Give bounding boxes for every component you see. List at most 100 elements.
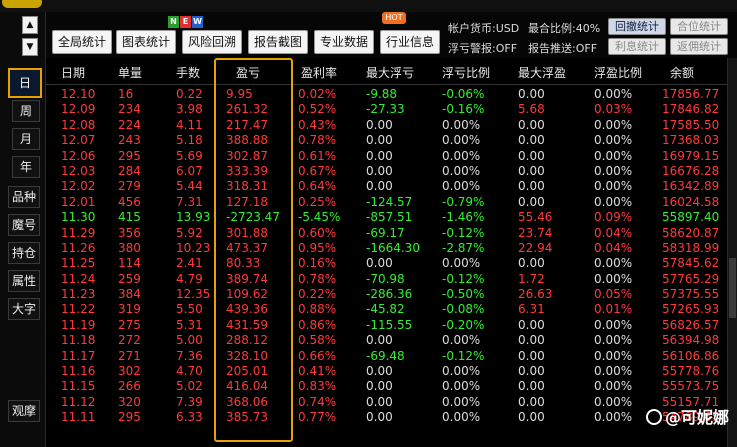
table-row[interactable]: 11.18 272 5.00 288.12 0.58% 0.00 0.00% 0.00 0.00…: [46, 333, 727, 348]
table-row[interactable]: 11.22 319 5.50 439.36 0.88% -45.82 -0.08% 6.31 0…: [46, 302, 727, 317]
table-row[interactable]: 12.01 456 7.31 127.18 0.25% -124.57 -0.79% 0.00…: [46, 195, 727, 210]
report-screenshot-button[interactable]: 报告截图: [248, 30, 308, 54]
table-row[interactable]: 11.11 295 6.33 385.73 0.77% 0.00 0.00% 0.00 0.00…: [46, 410, 727, 425]
cell-float-profit-ratio: 0.00%: [594, 348, 633, 363]
max-ratio: 最合比例:40%: [528, 22, 601, 35]
global-stats-button[interactable]: 全局统计: [52, 30, 112, 54]
cell-orders: 224: [118, 117, 141, 132]
table-scrollbar[interactable]: [727, 58, 737, 447]
cell-profit-rate: 0.88%: [298, 302, 337, 317]
cell-max-float-profit: 0.00: [518, 333, 545, 348]
table-row[interactable]: 11.26 380 10.23 473.37 0.95% -1664.30 -2.87% 22…: [46, 241, 727, 256]
scroll-down-arrow-icon[interactable]: ▼: [22, 38, 38, 56]
cell-max-float-profit: 26.63: [518, 287, 553, 302]
table-row[interactable]: 11.16 302 4.70 205.01 0.41% 0.00 0.00% 0.00 0.00…: [46, 364, 727, 379]
position-stats-button[interactable]: 合位统计: [670, 18, 728, 35]
cell-max-float-profit: 22.94: [518, 240, 553, 255]
sidebar-item-month[interactable]: 月: [12, 128, 40, 150]
sidebar-item-day[interactable]: 日: [8, 68, 42, 98]
col-header-float-profit-ratio[interactable]: 浮盈比例: [594, 64, 642, 81]
cell-orders: 295: [118, 148, 141, 163]
cell-orders: 279: [118, 179, 141, 194]
cell-max-float-profit: 0.00: [518, 163, 545, 178]
sidebar-item-position[interactable]: 持仓: [8, 242, 40, 264]
table-row[interactable]: 12.10 16 0.22 9.95 0.02% -9.88 -0.06% 0.00 0.00%…: [46, 87, 727, 102]
report-push: 报告推送:OFF: [528, 42, 598, 55]
cell-lots: 6.07: [176, 163, 203, 178]
sidebar-item-symbol[interactable]: 品种: [8, 186, 40, 208]
cell-float-loss-ratio: -0.12%: [442, 225, 485, 240]
cell-profit-rate: 0.22%: [298, 287, 337, 302]
table-row[interactable]: 12.06 295 5.69 302.87 0.61% 0.00 0.00% 0.00 0.00…: [46, 149, 727, 164]
cell-max-float-profit: 55.46: [518, 210, 553, 225]
col-header-date[interactable]: 日期: [61, 64, 85, 81]
col-header-max-float-loss[interactable]: 最大浮亏: [366, 64, 414, 81]
col-header-orders[interactable]: 单量: [118, 64, 142, 81]
col-header-lots[interactable]: 手数: [176, 64, 200, 81]
table-row[interactable]: 11.19 275 5.31 431.59 0.86% -115.55 -0.20% 0.00…: [46, 318, 727, 333]
chart-stats-button[interactable]: 图表统计: [116, 30, 176, 54]
table-row[interactable]: 12.07 243 5.18 388.88 0.78% 0.00 0.00% 0.00 0.00…: [46, 133, 727, 148]
cell-date: 12.02: [61, 179, 96, 194]
table-row[interactable]: 12.08 224 4.11 217.47 0.43% 0.00 0.00% 0.00 0.00…: [46, 118, 727, 133]
cell-profit-rate: 0.02%: [298, 87, 337, 101]
cell-lots: 10.23: [176, 240, 211, 255]
interest-stats-button[interactable]: 利息统计: [608, 38, 666, 55]
sidebar-item-attribute[interactable]: 属性: [8, 270, 40, 292]
cell-max-float-loss: 0.00: [366, 133, 393, 148]
cell-max-float-loss: -9.88: [366, 87, 398, 101]
table-row[interactable]: 12.02 279 5.44 318.31 0.64% 0.00 0.00% 0.00 0.00…: [46, 179, 727, 194]
risk-backtrack-button[interactable]: 风险回溯: [182, 30, 242, 54]
cell-date: 12.06: [61, 148, 96, 163]
industry-info-button[interactable]: 行业信息: [380, 30, 440, 54]
cell-float-loss-ratio: -0.16%: [442, 102, 485, 117]
cell-max-float-loss: 0.00: [366, 179, 393, 194]
cell-orders: 356: [118, 225, 141, 240]
cell-float-profit-ratio: 0.00%: [594, 179, 633, 194]
cell-lots: 5.69: [176, 148, 203, 163]
table-row[interactable]: 11.30 415 13.93 -2723.47 -5.45% -857.51 -1.46%…: [46, 210, 727, 225]
cell-float-profit-ratio: 0.05%: [594, 287, 633, 302]
sidebar-item-observe[interactable]: 观摩: [8, 400, 40, 422]
table-row[interactable]: 12.03 284 6.07 333.39 0.67% 0.00 0.00% 0.00 0.00…: [46, 164, 727, 179]
cell-orders: 275: [118, 317, 141, 332]
sidebar-item-year[interactable]: 年: [12, 156, 40, 178]
cell-float-loss-ratio: 0.00%: [442, 133, 481, 148]
cell-max-float-profit: 0.00: [518, 194, 545, 209]
cell-balance: 17368.03: [662, 133, 720, 148]
sidebar-item-week[interactable]: 周: [12, 100, 40, 122]
table-row[interactable]: 11.23 384 12.35 109.62 0.22% -286.36 -0.50% 26.…: [46, 287, 727, 302]
cell-date: 11.30: [61, 210, 96, 225]
cell-profit-rate: 0.61%: [298, 148, 337, 163]
cell-float-profit-ratio: 0.00%: [594, 256, 633, 271]
sidebar-item-magic[interactable]: 魔号: [8, 214, 40, 236]
app-logo: [2, 0, 42, 8]
scrollbar-thumb[interactable]: [729, 258, 736, 318]
table-row[interactable]: 11.15 266 5.02 416.04 0.83% 0.00 0.00% 0.00 0.00…: [46, 379, 727, 394]
cell-balance: 57375.55: [662, 287, 720, 302]
cell-balance: 55573.75: [662, 379, 720, 394]
table-row[interactable]: 12.09 234 3.98 261.32 0.52% -27.33 -0.16% 5.68 0…: [46, 102, 727, 117]
col-header-max-float-profit[interactable]: 最大浮盈: [518, 64, 566, 81]
table-row[interactable]: 11.24 259 4.79 389.74 0.78% -70.98 -0.12% 1.72 0…: [46, 272, 727, 287]
cell-pnl: 109.62: [226, 287, 268, 302]
scroll-up-arrow-icon[interactable]: ▲: [22, 16, 38, 34]
col-header-float-loss-ratio[interactable]: 浮亏比例: [442, 64, 490, 81]
cell-max-float-profit: 0.00: [518, 317, 545, 332]
table-row[interactable]: 11.12 320 7.39 368.06 0.74% 0.00 0.00% 0.00 0.00…: [46, 395, 727, 410]
table-row[interactable]: 11.29 356 5.92 301.88 0.60% -69.17 -0.12% 23.74…: [46, 226, 727, 241]
pro-data-button[interactable]: 专业数据: [314, 30, 374, 54]
drawdown-stats-button[interactable]: 回撤统计: [608, 18, 666, 35]
table-row[interactable]: 11.25 114 2.41 80.33 0.16% 0.00 0.00% 0.00 0.00%…: [46, 256, 727, 271]
rebate-stats-button[interactable]: 返佣统计: [670, 38, 728, 55]
cell-max-float-profit: 0.00: [518, 256, 545, 271]
cell-date: 12.09: [61, 102, 96, 117]
cell-float-profit-ratio: 0.00%: [594, 148, 633, 163]
window-top-strip: [0, 0, 737, 12]
col-header-balance[interactable]: 余额: [670, 64, 694, 81]
col-header-pnl[interactable]: 盈亏: [236, 64, 260, 81]
table-row[interactable]: 11.17 271 7.36 328.10 0.66% -69.48 -0.12% 0.00 0…: [46, 349, 727, 364]
cell-max-float-profit: 0.00: [518, 379, 545, 394]
col-header-profit-rate[interactable]: 盈利率: [301, 64, 337, 81]
sidebar-item-large-font[interactable]: 大字: [8, 298, 40, 320]
